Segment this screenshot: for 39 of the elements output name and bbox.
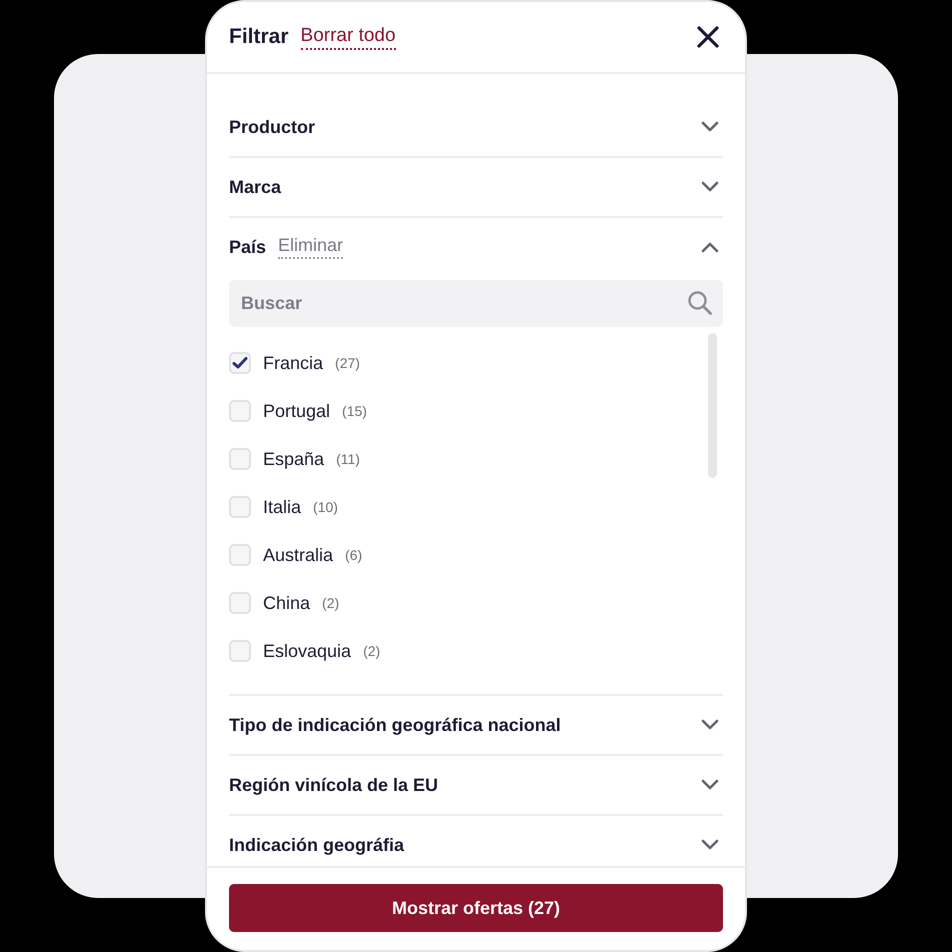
option-count: (2) xyxy=(363,643,380,659)
checkbox[interactable] xyxy=(229,352,251,374)
checkbox[interactable] xyxy=(229,496,251,518)
option-label[interactable]: Australia xyxy=(263,544,334,566)
checkbox[interactable] xyxy=(229,640,251,662)
option-label[interactable]: Italia xyxy=(263,496,302,518)
option-count: (10) xyxy=(313,499,338,515)
filter-section-header[interactable]: Indicación geográfia xyxy=(229,816,723,866)
option-count: (6) xyxy=(345,547,362,563)
checkbox[interactable] xyxy=(229,592,251,614)
option-label[interactable]: España xyxy=(263,448,324,470)
option-label[interactable]: China xyxy=(263,592,310,614)
option-label[interactable]: Portugal xyxy=(263,400,330,422)
clear-all-link[interactable]: Borrar todo xyxy=(300,24,396,50)
chevron-up-icon xyxy=(701,241,719,253)
show-offers-button[interactable]: Mostrar ofertas (27) xyxy=(229,884,723,932)
panel-title: Filtrar xyxy=(229,25,289,49)
checkbox[interactable] xyxy=(229,544,251,566)
option-count: (2) xyxy=(322,595,340,611)
chevron-down-icon xyxy=(701,779,719,791)
option-count: (15) xyxy=(342,403,367,419)
chevron-down-icon xyxy=(701,181,719,193)
search-field[interactable]: Buscar xyxy=(229,280,723,327)
filter-section-header[interactable]: Tipo de indicación geográfica nacional xyxy=(229,696,723,754)
chevron-down-icon xyxy=(701,121,719,133)
filter-section-header[interactable]: País Eliminar xyxy=(229,218,723,276)
option-count: (27) xyxy=(335,355,360,371)
option-label[interactable]: Francia xyxy=(263,352,324,374)
checkbox[interactable] xyxy=(229,448,251,470)
option-count: (11) xyxy=(336,451,360,467)
search-icon xyxy=(687,290,713,316)
checkbox[interactable] xyxy=(229,400,251,422)
filter-section-header[interactable]: Región vinícola de la EU xyxy=(229,756,723,814)
option-label[interactable]: Eslovaquia xyxy=(263,640,352,662)
filter-section-header[interactable]: Productor xyxy=(229,98,723,156)
filter-section-header[interactable]: Marca xyxy=(229,158,723,216)
chevron-down-icon xyxy=(701,839,719,851)
scrollbar[interactable] xyxy=(708,333,717,478)
chevron-down-icon xyxy=(701,719,719,731)
